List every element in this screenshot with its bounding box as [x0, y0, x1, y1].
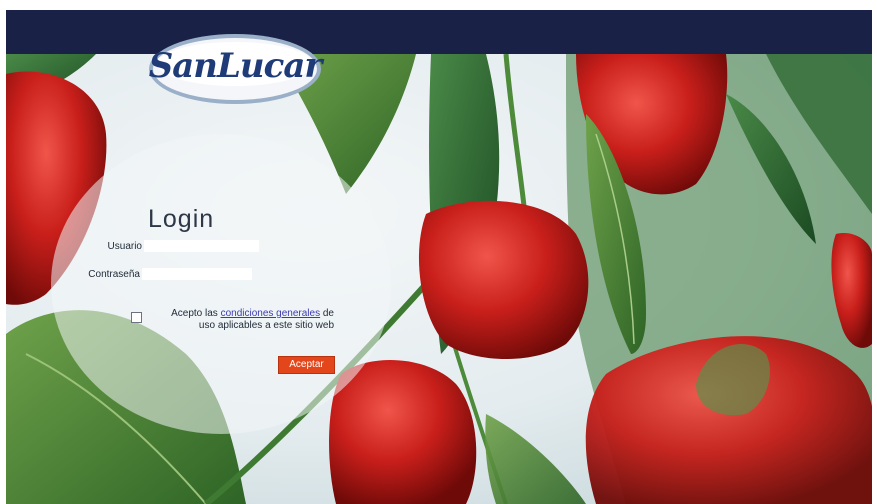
login-title: Login — [148, 205, 215, 233]
page-frame: SanLucar Login Usuario Contraseña Acepto… — [6, 10, 872, 504]
brand-logo: SanLucar — [147, 32, 323, 106]
terms-prefix: Acepto las — [171, 308, 218, 319]
password-input[interactable] — [142, 268, 252, 280]
password-label: Contraseña — [88, 269, 140, 280]
top-bar — [6, 10, 872, 54]
terms-link[interactable]: condiciones generales — [221, 308, 321, 319]
username-input[interactable] — [144, 240, 259, 252]
terms-checkbox[interactable] — [131, 312, 142, 323]
username-label: Usuario — [107, 241, 142, 252]
logo-text: SanLucar — [148, 46, 323, 86]
terms-text: Acepto las condiciones generales de uso … — [156, 308, 334, 332]
accept-button[interactable]: Aceptar — [278, 356, 335, 374]
